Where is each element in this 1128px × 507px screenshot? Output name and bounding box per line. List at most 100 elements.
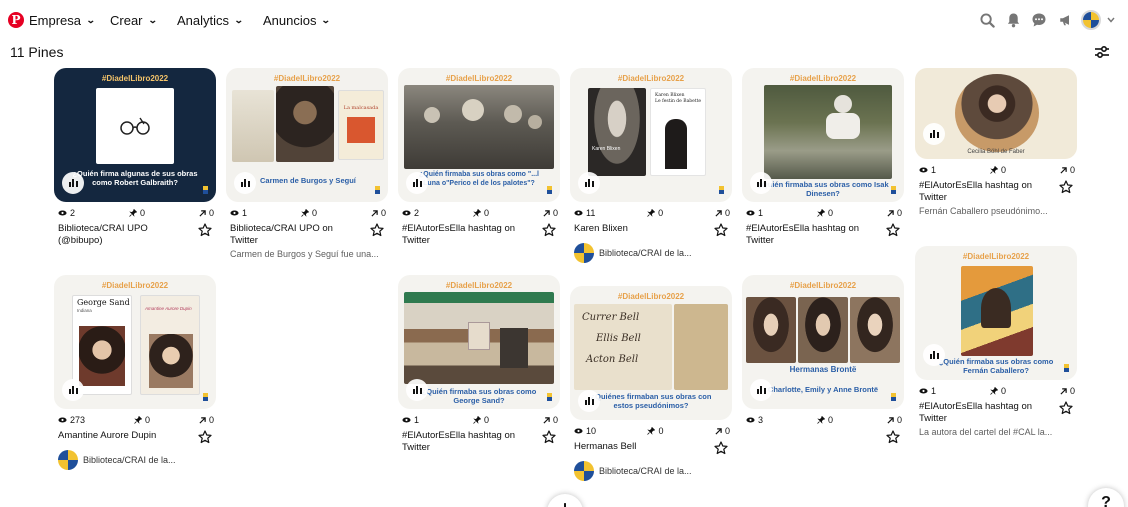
saves-count: 0 [483, 415, 489, 425]
star-icon[interactable] [370, 223, 384, 237]
stats-icon[interactable] [62, 172, 84, 194]
pin-image[interactable]: #DiadelLibro2022 George Sand Indiana Ama… [54, 275, 216, 409]
arrow-icon [199, 209, 206, 217]
pin-card[interactable]: #DiadelLibro2022 Currer Bell Ellis Bell … [570, 286, 732, 481]
pin-image[interactable]: #DiadelLibro2022 ¿Quién firmaba sus obra… [915, 246, 1077, 380]
search-icon[interactable] [974, 8, 1000, 32]
pin-title[interactable]: #ElAutorEsElla hashtag on Twitter [919, 401, 1049, 425]
pin-stats: 2 0 0 [398, 208, 560, 218]
pin-stats: 1 0 0 [742, 208, 904, 218]
nav-analytics[interactable]: Analytics ⌄ [177, 10, 244, 30]
pin-hashtag: #DiadelLibro2022 [101, 74, 169, 83]
group-photo [404, 85, 554, 169]
pin-description: Fernán Caballero pseudónimo... [919, 206, 1048, 216]
pin-author[interactable]: Biblioteca/CRAI de la... [54, 450, 216, 470]
stats-icon[interactable] [923, 123, 945, 145]
stats-icon[interactable] [923, 344, 945, 366]
pin-image[interactable]: #DiadelLibro2022 Hermanas Brontë Charlot… [742, 275, 904, 409]
stats-icon[interactable] [750, 172, 772, 194]
chevron-down-icon[interactable] [1104, 8, 1118, 32]
help-button[interactable]: ? [1088, 488, 1124, 507]
stats-icon[interactable] [406, 172, 428, 194]
stats-icon[interactable] [578, 172, 600, 194]
pin-title[interactable]: #ElAutorEsElla hashtag on Twitter [402, 223, 532, 247]
views-count: 1 [414, 415, 420, 425]
book-title: George Sand [77, 298, 130, 307]
pin-image[interactable]: Cecilia Böhl de Faber [915, 68, 1077, 159]
megaphone-icon[interactable] [1052, 8, 1078, 32]
pin-title[interactable]: Karen Blixen [574, 223, 704, 235]
views-count: 10 [586, 426, 597, 436]
pin-stats: 1 0 0 [226, 208, 388, 218]
nav-label: Crear [110, 12, 143, 28]
stats-icon[interactable] [62, 379, 84, 401]
pin-icon [301, 209, 309, 217]
pin-card[interactable]: #DiadelLibro2022 ¿Quién firmaba sus obra… [742, 68, 904, 247]
cecilia-portrait [955, 74, 1039, 152]
star-icon[interactable] [1059, 401, 1073, 415]
star-icon[interactable] [1059, 180, 1073, 194]
pin-title[interactable]: Biblioteca/CRAI UPO (@bibupo) [58, 223, 188, 247]
saves-count: 0 [827, 415, 833, 425]
pin-caption: Carmen de Burgos y Seguí [260, 176, 356, 185]
pin-image[interactable]: #DiadelLibro2022 ¿Quién firma algunas de… [54, 68, 216, 202]
stats-icon[interactable] [234, 172, 256, 194]
nav-empresa[interactable]: Empresa ⌄ [29, 10, 96, 30]
pin-icon [990, 387, 998, 395]
star-icon[interactable] [886, 430, 900, 444]
book-title: Karen Blixen [592, 146, 621, 152]
plus-icon: + [560, 498, 571, 507]
star-icon[interactable] [198, 430, 212, 444]
pin-image[interactable]: #DiadelLibro2022 ¿Quién firmaba sus obra… [398, 275, 560, 409]
filter-icon[interactable] [1094, 44, 1110, 60]
star-icon[interactable] [198, 223, 212, 237]
pin-author[interactable]: Biblioteca/CRAI de la... [570, 461, 732, 481]
arrow-icon [1060, 166, 1067, 174]
pin-card[interactable]: Cecilia Böhl de Faber 1 0 0 #ElAutorEsEl… [915, 68, 1077, 216]
stats-icon[interactable] [578, 390, 600, 412]
nav-anuncios[interactable]: Anuncios ⌄ [263, 10, 331, 30]
pin-card[interactable]: #DiadelLibro2022 Hermanas Brontë Charlot… [742, 275, 904, 444]
library-logo [719, 186, 724, 194]
stats-icon[interactable] [406, 379, 428, 401]
pin-image[interactable]: #DiadelLibro2022 ¿Quién firmaba sus obra… [398, 68, 560, 202]
pin-image[interactable]: #DiadelLibro2022 ¿Quién firmaba sus obra… [742, 68, 904, 202]
pin-title[interactable]: Hermanas Bell [574, 441, 704, 453]
pin-title[interactable]: #ElAutorEsElla hashtag on Twitter [746, 223, 876, 247]
nav-crear[interactable]: Crear ⌄ [110, 10, 157, 30]
account-avatar[interactable] [1078, 8, 1104, 32]
create-plus-button[interactable]: + [547, 494, 583, 507]
arrow-icon [371, 209, 378, 217]
pin-card[interactable]: #DiadelLibro2022 Karen Blixen Karen Blix… [570, 68, 732, 263]
pin-title[interactable]: Biblioteca/CRAI UPO on Twitter [230, 223, 360, 247]
karen-blixen-portrait: Karen Blixen [588, 88, 646, 176]
pin-card[interactable]: #DiadelLibro2022 George Sand Indiana Ama… [54, 275, 216, 470]
star-icon[interactable] [542, 223, 556, 237]
pin-image[interactable]: #DiadelLibro2022 Currer Bell Ellis Bell … [570, 286, 732, 420]
star-icon[interactable] [714, 441, 728, 455]
chat-icon[interactable] [1026, 8, 1052, 32]
bell-icon[interactable] [1000, 8, 1026, 32]
bookshelf-photo [404, 292, 554, 384]
avatar [1081, 10, 1101, 30]
pinterest-logo-icon[interactable]: P [8, 12, 24, 28]
pin-image[interactable]: #DiadelLibro2022 Karen Blixen Karen Blix… [570, 68, 732, 202]
star-icon[interactable] [886, 223, 900, 237]
pin-card[interactable]: #DiadelLibro2022 ¿Quién firma algunas de… [54, 68, 216, 247]
stats-icon[interactable] [750, 379, 772, 401]
pin-card[interactable]: #DiadelLibro2022 ¿Quién firmaba sus obra… [915, 246, 1077, 437]
pin-title[interactable]: Amantine Aurore Dupin [58, 430, 188, 442]
signature-text: Currer Bell [582, 312, 640, 323]
pin-card[interactable]: #DiadelLibro2022 ¿Quién firmaba sus obra… [398, 68, 560, 247]
pin-card[interactable]: #DiadelLibro2022 La malcasada Carmen de … [226, 68, 388, 259]
pin-title[interactable]: #ElAutorEsElla hashtag on Twitter [402, 430, 532, 454]
saves-count: 0 [658, 426, 664, 436]
pin-author[interactable]: Biblioteca/CRAI de la... [570, 243, 732, 263]
pin-title[interactable]: #ElAutorEsElla hashtag on Twitter [919, 180, 1049, 204]
pin-image[interactable]: #DiadelLibro2022 La malcasada Carmen de … [226, 68, 388, 202]
book-cover: La malcasada [338, 90, 384, 160]
pin-card[interactable]: #DiadelLibro2022 ¿Quién firmaba sus obra… [398, 275, 560, 454]
star-icon[interactable] [542, 430, 556, 444]
clicks-count: 0 [896, 208, 902, 218]
star-icon[interactable] [714, 223, 728, 237]
